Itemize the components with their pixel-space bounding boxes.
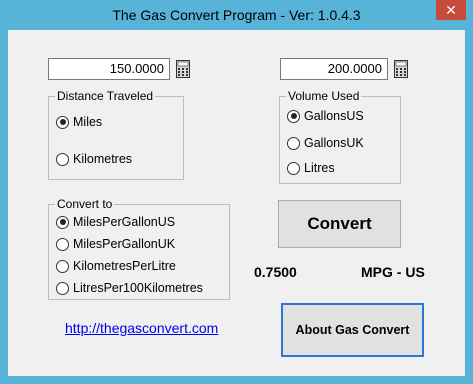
radio-label: GallonsUS [304, 109, 364, 123]
radio-miles[interactable]: Miles [56, 115, 102, 129]
website-link[interactable]: http://thegasconvert.com [65, 320, 218, 336]
client-area: 150.0000 200.0000 Distance Traveled Mile… [8, 30, 465, 376]
convert-to-group: Convert to MilesPerGallonUS MilesPerGall… [48, 197, 230, 300]
radio-button[interactable] [56, 237, 69, 251]
radio-button[interactable] [287, 161, 300, 175]
convert-to-group-legend: Convert to [55, 197, 115, 211]
calculator-icon[interactable] [394, 60, 408, 78]
volume-group-legend: Volume Used [286, 89, 362, 103]
radio-label: Litres [304, 161, 335, 175]
radio-label: MilesPerGallonUS [73, 215, 176, 229]
about-button[interactable]: About Gas Convert [281, 303, 424, 357]
result-value: 0.7500 [254, 264, 297, 280]
radio-label: LitresPer100Kilometres [73, 281, 203, 295]
radio-button[interactable] [287, 109, 300, 123]
radio-mpg-uk[interactable]: MilesPerGallonUK [56, 237, 175, 251]
radio-button[interactable] [56, 259, 69, 273]
radio-gallons-uk[interactable]: GallonsUK [287, 136, 364, 150]
result-unit: MPG - US [361, 264, 425, 280]
close-button[interactable]: ✕ [436, 0, 466, 20]
radio-gallons-us[interactable]: GallonsUS [287, 109, 364, 123]
radio-button[interactable] [287, 136, 300, 150]
radio-litres-per-100km[interactable]: LitresPer100Kilometres [56, 281, 203, 295]
radio-label: Miles [73, 115, 103, 129]
radio-km-per-litre[interactable]: KilometresPerLitre [56, 259, 176, 273]
radio-button[interactable] [56, 152, 69, 166]
volume-input[interactable]: 200.0000 [280, 58, 388, 80]
calculator-icon[interactable] [176, 60, 190, 78]
radio-label: Kilometres [73, 152, 133, 166]
volume-group: Volume Used GallonsUS GallonsUK Litres [279, 89, 401, 184]
radio-label: GallonsUK [304, 136, 364, 150]
convert-button[interactable]: Convert [278, 200, 401, 248]
distance-group: Distance Traveled Miles Kilometres [48, 89, 184, 180]
radio-mpg-us[interactable]: MilesPerGallonUS [56, 215, 175, 229]
radio-button[interactable] [56, 281, 69, 295]
app-window: The Gas Convert Program - Ver: 1.0.4.3 ✕… [0, 0, 473, 384]
distance-input[interactable]: 150.0000 [48, 58, 170, 80]
radio-litres[interactable]: Litres [287, 161, 335, 175]
title-bar[interactable]: The Gas Convert Program - Ver: 1.0.4.3 ✕ [0, 0, 473, 30]
radio-button[interactable] [56, 215, 69, 229]
window-title: The Gas Convert Program - Ver: 1.0.4.3 [112, 7, 361, 23]
radio-button[interactable] [56, 115, 69, 129]
radio-label: KilometresPerLitre [73, 259, 176, 273]
distance-group-legend: Distance Traveled [55, 89, 156, 103]
radio-kilometres[interactable]: Kilometres [56, 152, 132, 166]
radio-label: MilesPerGallonUK [73, 237, 176, 251]
